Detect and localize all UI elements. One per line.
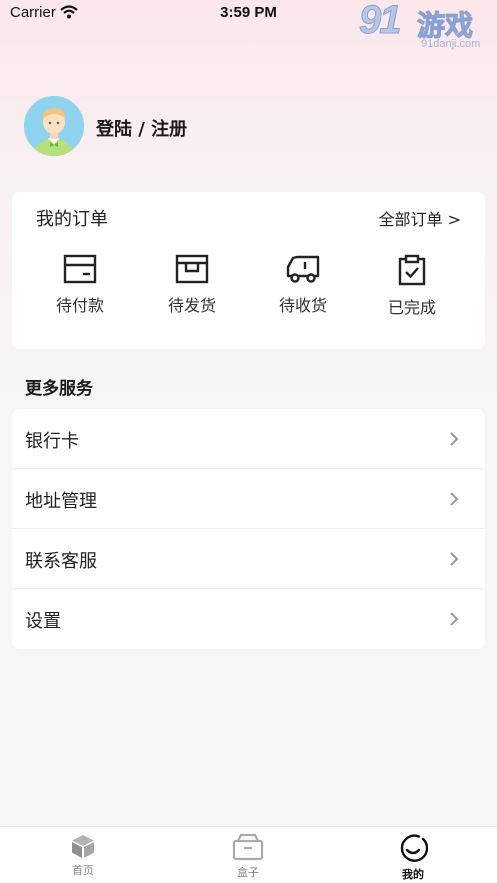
tab-label: 首页 [72, 864, 94, 877]
cube-icon [72, 835, 94, 858]
tab-box[interactable]: 盒子 [198, 833, 298, 880]
chevron-right-icon [450, 612, 459, 626]
all-orders-link[interactable]: 全部订单 > [379, 206, 462, 230]
watermark-logo: 91 [359, 0, 402, 43]
tab-bar: 首页 盒子 我的 [0, 826, 497, 883]
smile-icon [400, 834, 428, 862]
service-label: 地址管理 [25, 491, 97, 512]
chevron-right-icon [450, 552, 459, 566]
order-label: 待收货 [278, 296, 327, 315]
service-bank-card[interactable]: 银行卡 [12, 409, 485, 469]
box-tab-icon [232, 833, 264, 861]
service-customer-support[interactable]: 联系客服 [12, 529, 485, 589]
services-list: 银行卡 地址管理 联系客服 设置 [12, 409, 485, 649]
service-address[interactable]: 地址管理 [12, 469, 485, 529]
order-pending-receipt[interactable]: 待收货 [253, 254, 353, 316]
chevron-right-icon [450, 432, 459, 446]
service-label: 银行卡 [25, 431, 79, 452]
wallet-icon [63, 254, 97, 284]
service-label: 联系客服 [25, 551, 97, 572]
order-label: 已完成 [387, 298, 436, 317]
order-label: 待付款 [55, 296, 104, 315]
login-register-link[interactable]: 登陆 / 注册 [96, 115, 187, 141]
site-watermark: 91 游戏 91danji.com [359, 0, 495, 54]
tab-label: 盒子 [237, 866, 259, 879]
order-completed[interactable]: 已完成 [362, 254, 462, 318]
orders-title: 我的订单 [36, 209, 108, 230]
order-pending-shipment[interactable]: 待发货 [142, 254, 242, 316]
orders-card: 我的订单 全部订单 > 待付款 待发货 待收货 已完成 [12, 192, 485, 349]
watermark-url: 91danji.com [421, 38, 481, 50]
avatar[interactable] [24, 96, 84, 156]
order-pending-payment[interactable]: 待付款 [30, 254, 130, 316]
tab-mine[interactable]: 我的 [363, 833, 463, 882]
clipboard-check-icon [398, 254, 426, 286]
tab-label: 我的 [402, 868, 424, 881]
service-settings[interactable]: 设置 [12, 589, 485, 649]
service-label: 设置 [25, 611, 61, 632]
truck-icon [286, 255, 320, 283]
order-label: 待发货 [167, 296, 216, 315]
box-icon [175, 254, 209, 284]
services-title: 更多服务 [25, 379, 93, 399]
chevron-right-icon [450, 492, 459, 506]
tab-home[interactable]: 首页 [33, 833, 133, 878]
